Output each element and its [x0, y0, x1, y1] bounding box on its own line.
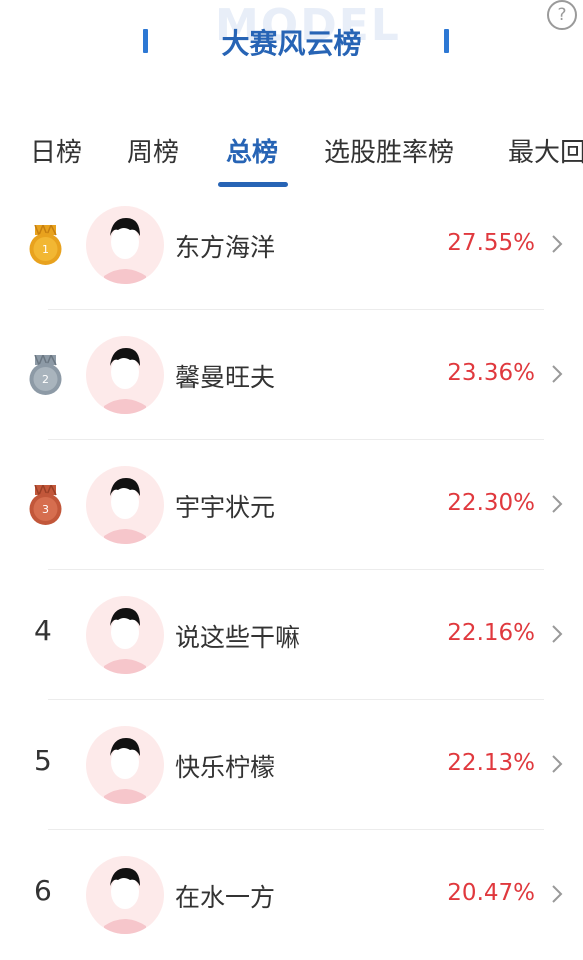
rank-number: 6 — [34, 874, 52, 907]
medal-rank-text: 1 — [42, 243, 49, 256]
return-value: 22.16% — [447, 620, 535, 646]
ranking-row-2[interactable]: 2 馨曼旺夫 23.36% — [0, 310, 583, 440]
title-right-bar — [444, 29, 449, 53]
page-title: 大赛风云榜 — [221, 27, 362, 60]
chevron-right-icon — [552, 365, 563, 383]
avatar — [86, 206, 164, 284]
ranking-row-1[interactable]: 1 东方海洋 27.55% — [0, 180, 583, 310]
header: MODEL 大赛风云榜 ? — [0, 0, 583, 100]
avatar — [86, 856, 164, 934]
tab-daily[interactable]: 日榜 — [30, 132, 82, 169]
user-name: 东方海洋 — [175, 233, 276, 262]
return-value: 20.47% — [447, 880, 535, 906]
tab-overall[interactable]: 总榜 — [226, 132, 278, 169]
gold-medal-icon: 1 — [29, 225, 62, 265]
ranking-row-4[interactable]: 4 说这些干嘛 22.16% — [0, 570, 583, 700]
silver-medal-icon: 2 — [29, 355, 62, 395]
avatar — [86, 596, 164, 674]
tab-max-drawdown[interactable]: 最大回 — [508, 132, 583, 169]
ranking-row-3[interactable]: 3 宇宇状元 22.30% — [0, 440, 583, 570]
medal-rank-text: 2 — [42, 373, 49, 386]
chevron-right-icon — [552, 885, 563, 903]
user-name: 馨曼旺夫 — [175, 363, 276, 392]
user-name: 在水一方 — [175, 883, 276, 912]
medal-rank-text: 3 — [42, 503, 49, 516]
rank-number: 4 — [34, 614, 52, 647]
user-name: 宇宇状元 — [175, 493, 276, 522]
chevron-right-icon — [552, 235, 563, 253]
ranking-row-6[interactable]: 6 在水一方 20.47% — [0, 830, 583, 960]
return-value: 22.13% — [447, 750, 535, 776]
help-icon[interactable]: ? — [547, 0, 577, 30]
user-name: 说这些干嘛 — [175, 623, 301, 652]
rank-number: 5 — [34, 744, 52, 777]
avatar — [86, 726, 164, 804]
bronze-medal-icon: 3 — [29, 485, 62, 525]
chevron-right-icon — [552, 755, 563, 773]
chevron-right-icon — [552, 625, 563, 643]
return-value: 22.30% — [447, 490, 535, 516]
return-value: 23.36% — [447, 360, 535, 386]
ranking-row-5[interactable]: 5 快乐柠檬 22.13% — [0, 700, 583, 830]
tab-weekly[interactable]: 周榜 — [127, 132, 179, 169]
tab-stock-pick-winrate[interactable]: 选股胜率榜 — [324, 132, 454, 169]
avatar — [86, 466, 164, 544]
return-value: 27.55% — [447, 230, 535, 256]
chevron-right-icon — [552, 495, 563, 513]
avatar — [86, 336, 164, 414]
user-name: 快乐柠檬 — [175, 753, 276, 782]
